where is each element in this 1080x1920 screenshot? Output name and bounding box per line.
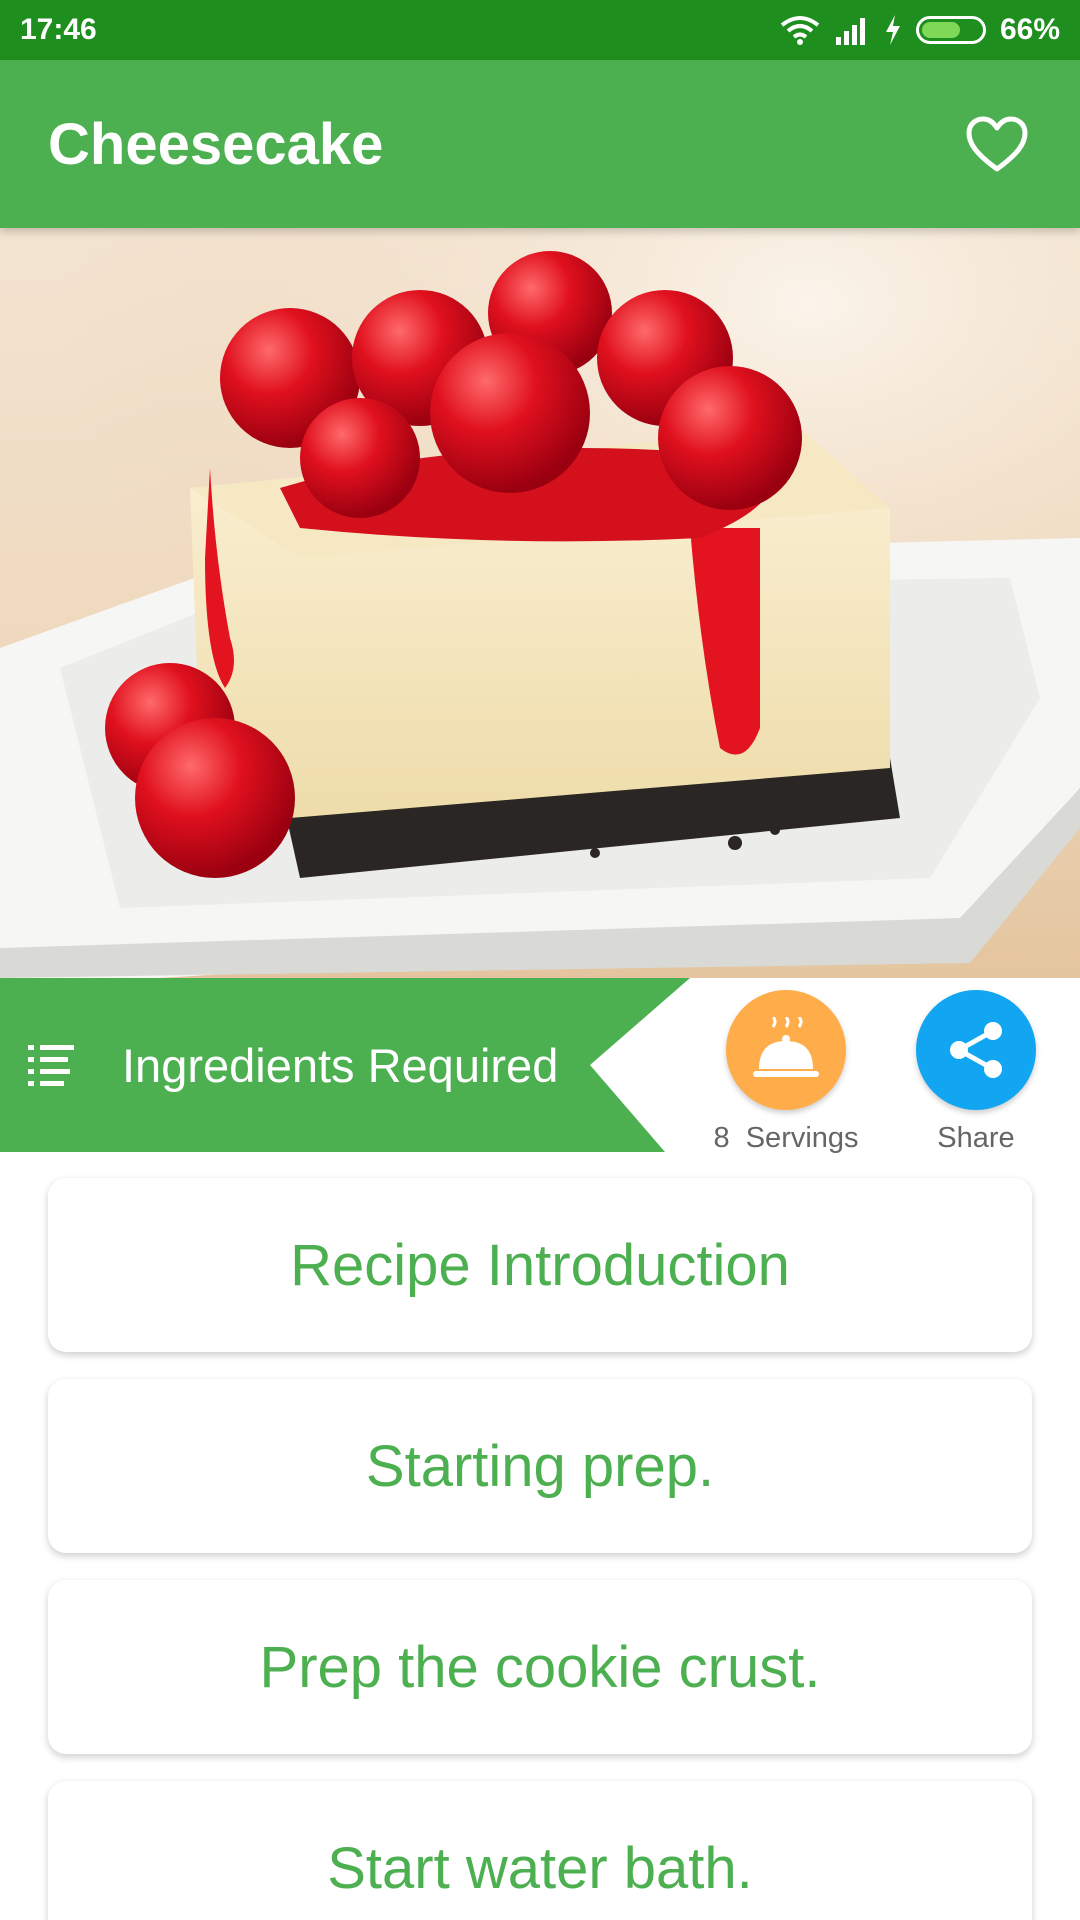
share-icon — [950, 1022, 1002, 1078]
section-header: Ingredients Required 8 Servings Share — [0, 978, 1080, 1155]
status-time: 17:46 — [20, 13, 97, 46]
steps-list: Recipe Introduction Starting prep. Prep … — [48, 1178, 1032, 1920]
favorite-button[interactable] — [962, 109, 1032, 179]
share-button[interactable]: Share — [906, 990, 1046, 1155]
servings-circle — [726, 990, 846, 1110]
charging-icon — [885, 15, 900, 45]
signal-icon — [835, 18, 865, 45]
recipe-image — [0, 228, 1080, 978]
share-circle — [916, 990, 1036, 1110]
share-label: Share — [937, 1122, 1015, 1154]
servings-count: 8 — [713, 1122, 730, 1154]
ingredients-label: Ingredients Required — [122, 1038, 559, 1092]
heart-icon — [966, 116, 1028, 172]
status-icons: 66% — [780, 13, 1060, 47]
cloche-icon — [753, 1017, 819, 1077]
battery-percent: 66% — [999, 13, 1060, 46]
step-card[interactable]: Starting prep. — [48, 1379, 1032, 1553]
battery-icon — [915, 16, 986, 44]
step-card[interactable]: Prep the cookie crust. — [48, 1580, 1032, 1754]
step-card[interactable]: Recipe Introduction — [48, 1178, 1032, 1352]
servings-label: Servings — [745, 1122, 859, 1154]
app-bar: Cheesecake — [0, 60, 1080, 228]
servings-caption: 8 Servings — [713, 1122, 858, 1155]
list-icon — [28, 1045, 74, 1086]
wifi-icon — [780, 16, 820, 45]
cheesecake-illustration — [0, 228, 1080, 978]
step-card[interactable]: Start water bath. — [48, 1781, 1032, 1920]
page-title: Cheesecake — [48, 111, 384, 177]
ingredients-button[interactable]: Ingredients Required — [0, 978, 690, 1152]
status-bar: 17:46 66% — [0, 0, 1080, 60]
servings-button[interactable]: 8 Servings — [713, 990, 859, 1155]
